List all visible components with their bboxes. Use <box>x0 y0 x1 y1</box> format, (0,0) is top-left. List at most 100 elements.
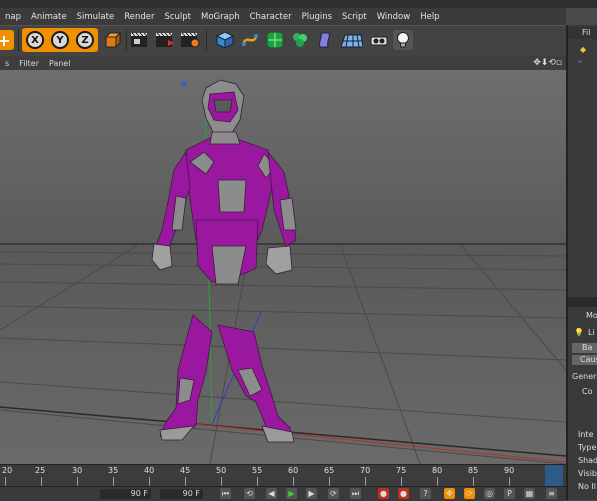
x-axis-line <box>194 423 566 463</box>
type-field-label[interactable]: Type <box>578 443 596 452</box>
menu-item-simulate[interactable]: Simulate <box>72 12 120 22</box>
panel-divider <box>568 297 597 307</box>
timeline-tick-label: 25 <box>35 466 46 475</box>
timeline-tick-label: 50 <box>216 466 227 475</box>
floor-icon[interactable] <box>340 30 364 50</box>
timeline-tick <box>77 477 78 486</box>
timeline-tick <box>41 477 42 486</box>
object-layer-icon[interactable]: ◆ <box>580 45 586 54</box>
light-bulb-icon[interactable] <box>393 30 413 50</box>
timeline-tick <box>293 477 294 486</box>
intensity-field-label[interactable]: Inte <box>578 430 594 439</box>
render-view-icon[interactable] <box>130 30 150 50</box>
attribute-manager-tab[interactable]: Mo <box>586 311 597 320</box>
viewport-menu-item-filter[interactable]: Filter <box>14 59 44 68</box>
key-param-icon[interactable]: P <box>504 488 515 499</box>
keyframe-selection-icon[interactable]: ? <box>420 488 431 499</box>
z-axis-button[interactable]: Z <box>76 31 94 49</box>
general-section-label: Genera <box>572 372 597 381</box>
timeline-tick-label: 35 <box>108 466 119 475</box>
go-to-start-icon[interactable]: ⏮ <box>220 488 231 499</box>
timeline-tick <box>329 477 330 486</box>
key-position-icon[interactable]: ✥ <box>444 488 455 499</box>
timeline-tick-label: 40 <box>144 466 155 475</box>
light-object-icon: 💡 <box>574 328 584 337</box>
timeline-tick <box>257 477 258 486</box>
viewport-scene <box>0 79 566 464</box>
end-frame-field[interactable]: 90 F <box>160 489 203 499</box>
right-panel: Fil ◆ ⌁ Mo 💡 Li Ba Caus Genera Co Inte T… <box>566 25 597 500</box>
key-rotation-icon[interactable]: ⟳ <box>464 488 475 499</box>
render-picture-viewer-icon[interactable] <box>155 30 175 50</box>
timeline-tick-label: 70 <box>360 466 371 475</box>
go-to-end-icon[interactable]: ⏭ <box>350 488 361 499</box>
record-icon[interactable]: ● <box>378 488 389 499</box>
next-frame-icon[interactable]: ▶ <box>306 488 317 499</box>
start-frame-field[interactable]: 90 F <box>100 489 151 499</box>
viewport-nav-icons[interactable]: ✥⬇⟲▫ <box>533 56 562 70</box>
viewport-menu-item-panel[interactable]: Panel <box>44 59 76 68</box>
previous-key-icon[interactable]: ⟲ <box>244 488 255 499</box>
menu-item-character[interactable]: Character <box>245 12 297 22</box>
timeline-tick-label: 65 <box>324 466 335 475</box>
timeline-tick-label: 20 <box>2 466 13 475</box>
visible-light-field-label[interactable]: Visib <box>578 469 597 478</box>
object-axis-icon[interactable]: ⌁ <box>578 57 583 66</box>
object-name-label: Li <box>588 328 595 337</box>
timeline-tick-label: 80 <box>432 466 443 475</box>
timeline-tick-label: 30 <box>72 466 83 475</box>
timeline-tick <box>5 477 6 486</box>
key-scale-icon[interactable]: ◎ <box>484 488 495 499</box>
viewport-menu-item-cameras[interactable]: s <box>0 59 14 68</box>
add-icon[interactable]: + <box>0 30 14 50</box>
coordinate-system-icon[interactable] <box>102 30 122 50</box>
timeline-tick-label: 75 <box>396 466 407 475</box>
cloner-icon[interactable] <box>290 30 310 50</box>
timeline-tick <box>401 477 402 486</box>
main-toolbar: + X Y Z <box>0 25 566 57</box>
key-pla-icon[interactable]: ▦ <box>524 488 535 499</box>
3d-viewport[interactable] <box>0 70 566 464</box>
menu-item-mograph[interactable]: MoGraph <box>196 12 245 22</box>
toolbar-separator <box>126 29 127 51</box>
timeline-tick-label: 55 <box>252 466 263 475</box>
menu-item-plugins[interactable]: Plugins <box>297 12 337 22</box>
menu-item-animate[interactable]: Animate <box>26 12 72 22</box>
color-field-label[interactable]: Co <box>582 387 592 396</box>
object-manager-tab[interactable]: Fil <box>582 28 590 37</box>
title-strip <box>0 0 597 8</box>
render-settings-icon[interactable] <box>180 30 200 50</box>
timeline-tick-label: 45 <box>180 466 191 475</box>
no-illumination-field-label[interactable]: No Il <box>578 482 596 491</box>
next-key-icon[interactable]: ⟳ <box>328 488 339 499</box>
basic-tab[interactable]: Ba <box>572 343 597 353</box>
playback-bar: 90 F 90 F ⏮ ⟲ ◀ ▶ ▶ ⟳ ⏭ ● ● ? ✥ ⟳ ◎ P ▦ … <box>0 486 566 501</box>
menu-item-script[interactable]: Script <box>337 12 372 22</box>
timeline-menu-icon[interactable]: ≡ <box>546 488 557 499</box>
timeline-tick-label: 60 <box>288 466 299 475</box>
timeline-tick <box>365 477 366 486</box>
timeline-ruler[interactable]: 20 25 30 35 40 45 50 55 60 65 70 75 80 8… <box>0 464 566 487</box>
timeline-tick <box>473 477 474 486</box>
caustics-tab[interactable]: Caus <box>572 355 597 365</box>
x-axis-button[interactable]: X <box>26 31 44 49</box>
menu-item-snap[interactable]: nap <box>0 12 26 22</box>
camera-icon[interactable] <box>369 30 389 50</box>
menu-item-window[interactable]: Window <box>372 12 416 22</box>
menu-item-sculpt[interactable]: Sculpt <box>159 12 196 22</box>
menu-item-render[interactable]: Render <box>119 12 159 22</box>
y-axis-button[interactable]: Y <box>51 31 69 49</box>
toolbar-separator <box>206 29 207 51</box>
timeline-tick <box>437 477 438 486</box>
autokey-icon[interactable]: ● <box>398 488 409 499</box>
menu-item-help[interactable]: Help <box>415 12 444 22</box>
cube-icon[interactable] <box>215 30 235 50</box>
play-icon[interactable]: ▶ <box>286 488 297 499</box>
timeline-current-frame-marker[interactable] <box>545 465 563 486</box>
previous-frame-icon[interactable]: ◀ <box>266 488 277 499</box>
main-menu-bar: nap Animate Simulate Render Sculpt MoGra… <box>0 8 566 25</box>
deformer-icon[interactable] <box>315 30 335 50</box>
spline-pen-icon[interactable] <box>240 30 260 50</box>
subdivision-surface-icon[interactable] <box>265 30 285 50</box>
shadow-field-label[interactable]: Shad <box>578 456 597 465</box>
